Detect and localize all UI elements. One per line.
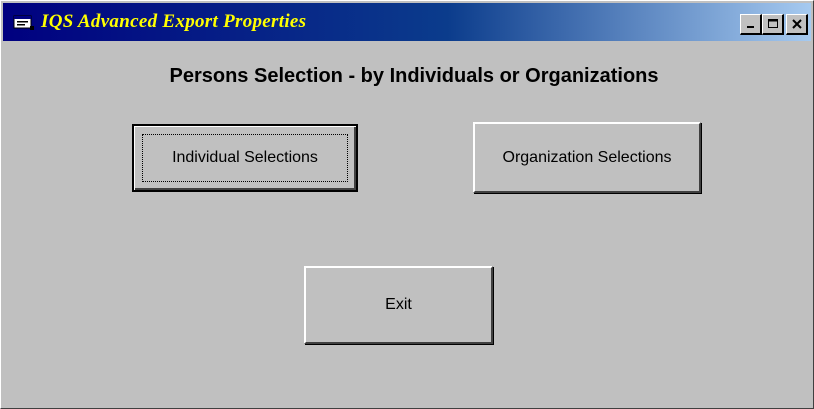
- minimize-button[interactable]: [740, 14, 762, 35]
- organization-selections-label: Organization Selections: [502, 148, 672, 166]
- individual-selections-button[interactable]: Individual Selections: [132, 124, 358, 192]
- app-window-icon[interactable]: [13, 13, 35, 31]
- maximize-icon: [767, 19, 778, 28]
- minimize-icon: [746, 26, 754, 28]
- close-button[interactable]: [786, 14, 808, 35]
- exit-label: Exit: [385, 296, 412, 313]
- dialog-window: IQS Advanced Export Properties Persons S…: [0, 0, 814, 409]
- exit-button[interactable]: Exit: [304, 266, 493, 344]
- window-title: IQS Advanced Export Properties: [41, 11, 307, 32]
- title-bar[interactable]: IQS Advanced Export Properties: [3, 3, 811, 41]
- window-controls: [740, 14, 808, 35]
- page-heading: Persons Selection - by Individuals or Or…: [169, 65, 659, 87]
- close-icon: [791, 19, 802, 29]
- maximize-button[interactable]: [762, 14, 784, 35]
- organization-selections-button[interactable]: Organization Selections: [473, 122, 701, 193]
- individual-selections-label: Individual Selections: [172, 149, 318, 166]
